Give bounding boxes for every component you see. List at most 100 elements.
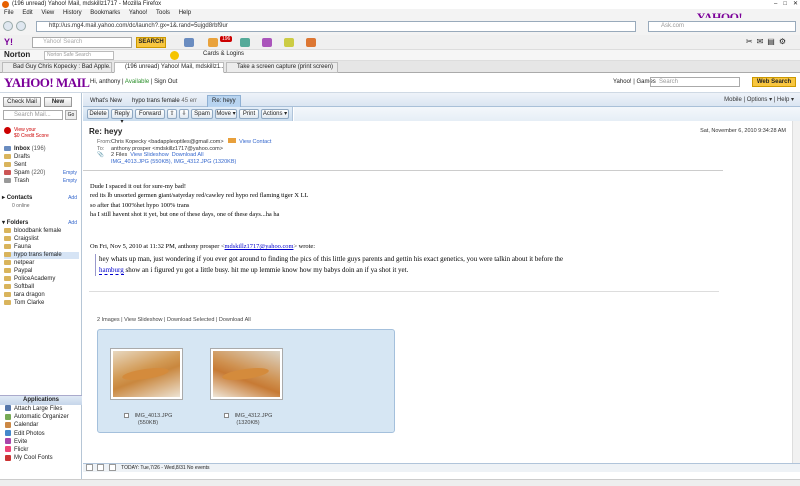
- print-button[interactable]: Print: [239, 109, 259, 119]
- attachment-files[interactable]: IMG_4013.JPG (550KB), IMG_4312.JPG (1320…: [111, 159, 236, 165]
- menu-help[interactable]: Help: [179, 10, 191, 16]
- check-mail-button[interactable]: Check Mail: [3, 97, 41, 107]
- menu-tools[interactable]: Tools: [156, 10, 170, 16]
- actions-button[interactable]: Actions ▾: [261, 109, 289, 119]
- news-icon[interactable]: [240, 38, 250, 47]
- mailbox-spam[interactable]: Spam (220) Empty: [4, 170, 79, 177]
- app-item[interactable]: Attach Large Files: [0, 405, 82, 413]
- yahoo-y-icon[interactable]: Y!: [4, 37, 13, 47]
- menu-file[interactable]: File: [4, 10, 14, 16]
- forward-button[interactable]: Forward: [135, 109, 165, 119]
- close-button[interactable]: ✕: [793, 0, 798, 9]
- app-item[interactable]: Calendar: [0, 421, 82, 429]
- menu-edit[interactable]: Edit: [22, 10, 32, 16]
- image-checkbox[interactable]: [223, 413, 229, 419]
- folder-item[interactable]: tara dragon: [4, 292, 79, 299]
- vertical-scrollbar[interactable]: [792, 121, 800, 464]
- menu-history[interactable]: History: [63, 10, 82, 16]
- image-thumbnail[interactable]: [110, 348, 183, 400]
- folder-item-selected[interactable]: hypo trans female: [4, 252, 79, 259]
- cal-grid-button[interactable]: [108, 464, 116, 472]
- empty-spam-link[interactable]: Empty: [63, 170, 77, 177]
- view-slideshow-link[interactable]: View Slideshow: [130, 152, 168, 158]
- browser-tab-active[interactable]: (196 unread) Yahoo! Mail, mdskillz1...: [114, 62, 224, 73]
- app-item[interactable]: My Cool Fonts: [0, 454, 82, 462]
- folder-item[interactable]: netpear: [4, 260, 79, 267]
- mailbox-drafts[interactable]: Drafts: [4, 154, 79, 161]
- folder-item[interactable]: bloodbank female: [4, 228, 79, 235]
- cards-logins-button[interactable]: Cards & Logins: [203, 51, 244, 57]
- folder-item[interactable]: PoliceAcademy: [4, 276, 79, 283]
- image-links[interactable]: 2 Images | View Slideshow | Download Sel…: [97, 317, 251, 323]
- web-search-input[interactable]: Search: [650, 77, 740, 87]
- menu-view[interactable]: View: [41, 10, 54, 16]
- delete-button[interactable]: Delete: [87, 109, 109, 119]
- image-checkbox[interactable]: [123, 413, 129, 419]
- view-contact-link[interactable]: View Contact: [239, 139, 271, 145]
- messenger-icon[interactable]: [208, 38, 218, 47]
- mailbox-sent[interactable]: Sent: [4, 162, 79, 169]
- maximize-button[interactable]: □: [783, 0, 787, 9]
- folder-item[interactable]: Tom Clarke: [4, 300, 79, 307]
- folder-item[interactable]: Craigslist: [4, 236, 79, 243]
- tab-re-heyy[interactable]: Re: heyy: [207, 95, 241, 107]
- folders-section[interactable]: ▾ Folders Add: [2, 219, 80, 227]
- image-thumbnail[interactable]: [210, 348, 283, 400]
- url-bar[interactable]: http://us.mg4.mail.yahoo.com/dc/launch?.…: [36, 21, 636, 32]
- finance-icon[interactable]: [306, 38, 316, 47]
- quote-hamburg-link[interactable]: hamburg: [99, 266, 124, 275]
- contacts-section[interactable]: ▸ Contacts Add: [2, 194, 80, 202]
- applications-header[interactable]: Applications: [0, 396, 82, 405]
- toolbar-tools-icons[interactable]: ✂✉▤⚙: [746, 37, 790, 46]
- search-mail-input[interactable]: Search Mail...: [3, 110, 63, 120]
- move-button[interactable]: Move ▾: [215, 109, 237, 119]
- folder-item[interactable]: Softball: [4, 284, 79, 291]
- spam-button[interactable]: Spam: [191, 109, 213, 119]
- folder-item[interactable]: Fauna: [4, 244, 79, 251]
- credit-score-ad[interactable]: View your $0 Credit Score: [4, 127, 49, 139]
- yahoo-toolbar-search-button[interactable]: SEARCH: [136, 37, 166, 48]
- sign-out-link[interactable]: Sign Out: [154, 79, 177, 85]
- next-message-button[interactable]: ⇩: [179, 109, 189, 119]
- norton-check-icon[interactable]: [170, 51, 179, 60]
- mail-tools-links[interactable]: Mobile | Options ▾ | Help ▾: [724, 96, 794, 103]
- download-all-link[interactable]: Download All: [172, 152, 204, 158]
- menu-bookmarks[interactable]: Bookmarks: [90, 10, 120, 16]
- mail-icon[interactable]: [184, 38, 194, 47]
- browser-search-input[interactable]: Ask.com: [648, 21, 796, 32]
- image-name[interactable]: IMG_4013.JPG: [135, 413, 173, 419]
- app-item[interactable]: Edit Photos: [0, 429, 82, 438]
- image-name[interactable]: IMG_4312.JPG: [235, 413, 273, 419]
- tab-hypo-trans-female[interactable]: hypo trans female 45 err: [127, 95, 202, 107]
- forward-button[interactable]: [16, 21, 26, 31]
- minimize-button[interactable]: –: [774, 0, 777, 9]
- app-item[interactable]: Evite: [0, 438, 82, 446]
- app-item[interactable]: Automatic Organizer: [0, 413, 82, 421]
- availability-status[interactable]: Available: [125, 79, 149, 85]
- norton-search-input[interactable]: Norton Safe Search: [44, 51, 114, 60]
- add-contact-link[interactable]: Add: [68, 194, 77, 202]
- mailbox-trash[interactable]: Trash Empty: [4, 178, 79, 185]
- yahoo-toolbar-search-input[interactable]: Yahoo! Search: [32, 37, 132, 48]
- back-button[interactable]: [3, 21, 13, 31]
- tab-whats-new[interactable]: What's New: [85, 95, 127, 107]
- empty-trash-link[interactable]: Empty: [63, 178, 77, 185]
- menu-yahoo[interactable]: Yahoo!: [129, 10, 148, 16]
- mailbox-inbox[interactable]: Inbox (196): [4, 146, 79, 153]
- browser-tab[interactable]: Bad Guy Chris Kopecky : Bad Apple...: [2, 62, 112, 73]
- web-search-button[interactable]: Web Search: [752, 77, 796, 87]
- browser-tab[interactable]: Take a screen capture (print screen): [226, 62, 338, 73]
- cal-prev-button[interactable]: [86, 464, 93, 472]
- reply-button[interactable]: Reply ▾: [111, 109, 133, 125]
- games-icon[interactable]: [262, 38, 272, 47]
- app-item[interactable]: Flickr: [0, 446, 82, 454]
- cal-next-button[interactable]: [97, 464, 105, 472]
- weather-icon[interactable]: [284, 38, 294, 47]
- from-address[interactable]: Chris Kopecky <badappleoptiles@gmail.com…: [111, 139, 224, 145]
- new-message-button[interactable]: New: [44, 97, 72, 107]
- go-button[interactable]: Go: [65, 110, 77, 120]
- folder-item[interactable]: Paypal: [4, 268, 79, 275]
- add-folder-link[interactable]: Add: [68, 219, 77, 227]
- quote-email-link[interactable]: mdskillz1717@yahoo.com: [225, 243, 294, 250]
- prev-message-button[interactable]: ⇧: [167, 109, 177, 119]
